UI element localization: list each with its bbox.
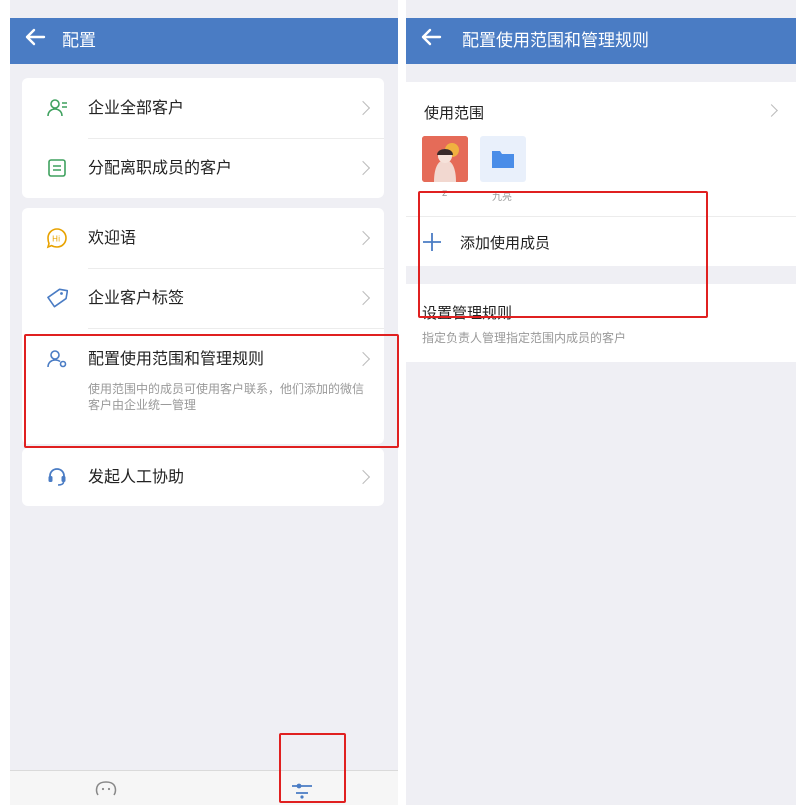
page-title: 配置使用范围和管理规则 <box>462 31 649 51</box>
scope-rules-screen: 配置使用范围和管理规则 使用范围 z 九亮 添加使用成员 设置管理规则 指定负责… <box>406 0 796 805</box>
chevron-right-icon <box>765 104 778 117</box>
svg-text:Hi: Hi <box>52 235 60 244</box>
menu-item-welcome[interactable]: Hi 欢迎语 <box>22 208 384 268</box>
chevron-right-icon <box>355 160 371 176</box>
highlight-box-workbench-tab <box>279 733 346 803</box>
settings-group-assist: 发起人工协助 <box>22 448 384 506</box>
member-avatar[interactable] <box>422 136 468 182</box>
tag-icon <box>46 287 69 309</box>
page-title: 配置 <box>62 31 96 51</box>
arrow-left-icon <box>421 28 442 46</box>
menu-item-manual-assist[interactable]: 发起人工协助 <box>22 448 384 506</box>
chevron-right-icon <box>355 469 371 485</box>
scope-title: 使用范围 <box>424 104 485 122</box>
menu-item-label: 企业全部客户 <box>88 98 185 117</box>
menu-item-label: 分配离职成员的客户 <box>88 158 233 177</box>
back-button[interactable] <box>420 26 444 52</box>
menu-item-label: 企业客户标签 <box>88 288 185 307</box>
folder-icon <box>492 151 514 168</box>
chevron-right-icon <box>355 230 371 246</box>
settings-group-customers: 企业全部客户 分配离职成员的客户 <box>22 78 384 198</box>
tab-messages-icon[interactable] <box>94 779 118 799</box>
highlight-box-add-member <box>418 191 708 318</box>
highlight-box-scope-rules <box>24 334 399 448</box>
menu-item-label: 发起人工协助 <box>88 467 185 486</box>
headset-icon <box>46 466 68 488</box>
app-header: 配置使用范围和管理规则 <box>406 18 796 64</box>
menu-item-customer-tags[interactable]: 企业客户标签 <box>22 268 384 328</box>
chevron-right-icon <box>355 100 371 116</box>
rules-description: 指定负责人管理指定范围内成员的客户 <box>422 331 627 345</box>
customers-icon <box>46 97 68 119</box>
back-button[interactable] <box>24 26 48 52</box>
app-header: 配置 <box>10 18 398 64</box>
arrow-left-icon <box>25 28 46 46</box>
menu-item-label: 欢迎语 <box>88 228 137 247</box>
hi-chat-icon: Hi <box>46 227 68 249</box>
menu-item-all-customers[interactable]: 企业全部客户 <box>22 78 384 138</box>
menu-item-assign-customers[interactable]: 分配离职成员的客户 <box>22 138 384 198</box>
assign-list-icon <box>46 157 68 179</box>
chevron-right-icon <box>355 290 371 306</box>
member-folder[interactable] <box>480 136 526 182</box>
avatar-image <box>422 136 468 182</box>
